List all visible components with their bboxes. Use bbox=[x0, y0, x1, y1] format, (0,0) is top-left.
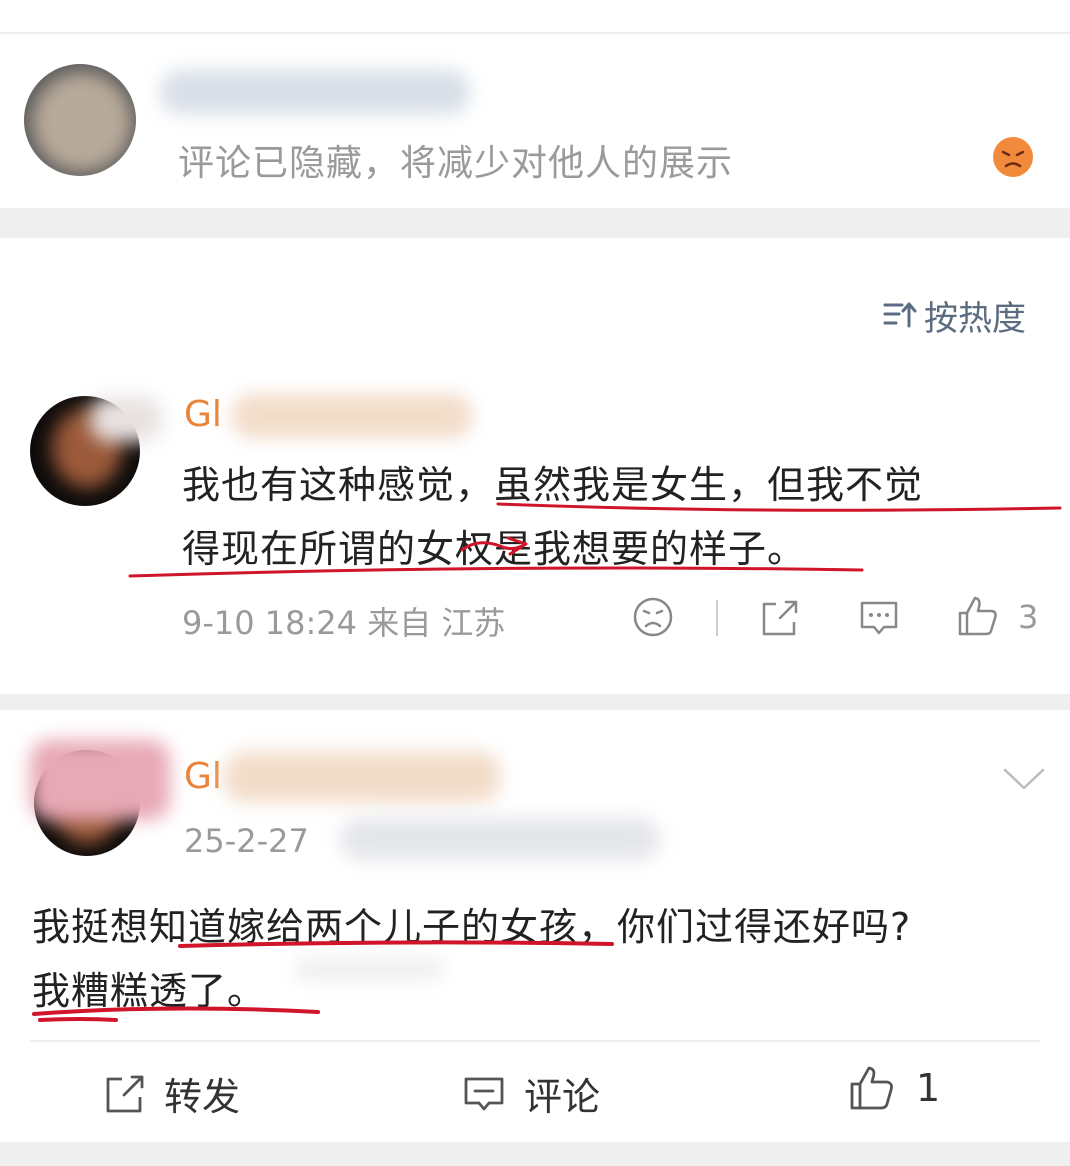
redacted-source bbox=[340, 818, 660, 860]
hidden-comment-notice: 评论已隐藏，将减少对他人的展示 bbox=[178, 143, 734, 184]
comment-meta: 9-10 18:24 来自 江苏 bbox=[182, 604, 506, 642]
actions-divider bbox=[30, 1040, 1040, 1042]
sort-icon bbox=[882, 300, 918, 330]
sort-label: 按热度 bbox=[924, 298, 1026, 339]
annotation-underline bbox=[128, 502, 1062, 578]
like-icon[interactable] bbox=[956, 594, 1000, 638]
repost-label: 转发 bbox=[164, 1075, 241, 1119]
comment-button[interactable]: 评论 bbox=[462, 1066, 600, 1121]
top-divider bbox=[0, 32, 1070, 34]
like-button[interactable]: 1 bbox=[848, 1064, 940, 1112]
sort-button[interactable]: 按热度 bbox=[882, 292, 1026, 339]
like-icon bbox=[848, 1064, 896, 1112]
avatar-redaction bbox=[30, 740, 170, 820]
like-count: 1 bbox=[916, 1066, 941, 1110]
angry-face-icon[interactable] bbox=[992, 136, 1034, 178]
repost-icon bbox=[102, 1073, 146, 1115]
sad-face-icon[interactable] bbox=[632, 596, 674, 638]
comment-label: 评论 bbox=[524, 1075, 601, 1119]
share-icon[interactable] bbox=[758, 598, 800, 638]
section-divider bbox=[0, 694, 1070, 710]
like-count: 3 bbox=[1018, 598, 1039, 636]
annotation-underline bbox=[32, 940, 614, 1022]
avatar-redaction bbox=[90, 396, 162, 442]
bottom-divider bbox=[0, 1142, 1070, 1166]
avatar[interactable] bbox=[24, 64, 136, 176]
post-username[interactable]: Gl bbox=[184, 756, 222, 797]
repost-button[interactable]: 转发 bbox=[102, 1066, 240, 1121]
section-divider bbox=[0, 208, 1070, 238]
comment-username[interactable]: Gl bbox=[184, 394, 222, 435]
comment-icon[interactable] bbox=[858, 598, 900, 638]
action-divider bbox=[716, 600, 718, 636]
post-date: 25-2-27 bbox=[184, 822, 309, 860]
comment-icon bbox=[462, 1073, 506, 1115]
redacted-username bbox=[232, 394, 472, 438]
chevron-down-icon[interactable] bbox=[1002, 766, 1046, 792]
redacted-username bbox=[160, 70, 470, 114]
redacted-username bbox=[224, 752, 500, 802]
